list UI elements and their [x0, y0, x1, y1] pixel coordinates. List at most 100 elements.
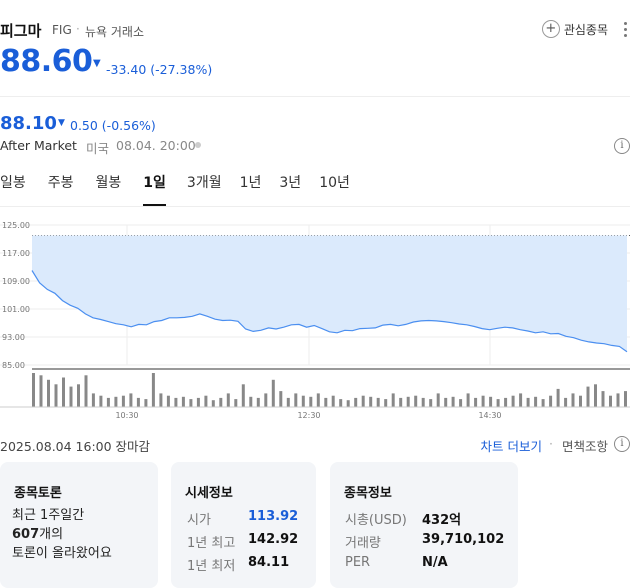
stock-name: 피그마 — [0, 22, 42, 40]
tab-3months[interactable]: 3개월 — [187, 172, 222, 206]
divider — [0, 206, 630, 207]
price-chart[interactable]: 125.00 117.00 109.00 101.00 93.00 85.00 10:30 1… — [0, 215, 630, 420]
y-tick-label: 125.00 — [2, 221, 30, 230]
info-icon[interactable]: i — [614, 436, 630, 452]
volume-bar — [399, 397, 403, 407]
volume-bar — [391, 393, 395, 407]
tab-monthly[interactable]: 월봉 — [96, 172, 122, 206]
volume-bar — [429, 399, 433, 407]
row-label: 시가 — [187, 513, 211, 528]
watchlist-button[interactable]: + 관심종목 — [541, 20, 608, 38]
tab-10years[interactable]: 10년 — [319, 172, 350, 206]
current-price: 88.60 — [0, 44, 93, 79]
volume-bar — [234, 399, 238, 407]
volume-bar — [601, 391, 605, 407]
row-value: 84.11 — [248, 555, 290, 570]
volume-bar — [511, 395, 515, 407]
volume-bar — [444, 397, 448, 407]
tab-weekly[interactable]: 주봉 — [48, 172, 74, 206]
info-row: 1년 최고 142.92 — [187, 532, 298, 551]
volume-bar — [159, 393, 163, 407]
info-row: PER N/A — [345, 555, 448, 570]
volume-bar — [181, 396, 185, 407]
volume-bar — [279, 391, 283, 407]
card-title: 종목토론 — [14, 486, 62, 501]
more-chart-link[interactable]: 차트 더보기 — [481, 436, 542, 455]
volume-bar — [204, 395, 208, 407]
volume-bar — [69, 386, 73, 407]
price-change: -33.40 (-27.38%) — [106, 62, 213, 77]
volume-bar — [249, 396, 253, 407]
volume-bar — [226, 393, 230, 407]
volume-bar — [331, 395, 335, 407]
company-info-card[interactable]: 종목정보 시총(USD) 432억 거래량 39,710,102 PER N/A — [330, 462, 518, 588]
more-options-icon[interactable] — [622, 22, 630, 40]
info-row: 시가 113.92 — [187, 509, 298, 528]
watchlist-label: 관심종목 — [563, 22, 608, 37]
volume-bar — [376, 397, 380, 407]
volume-bar — [459, 399, 463, 407]
market-info-card[interactable]: 시세정보 시가 113.92 1년 최고 142.92 1년 최저 84.11 — [171, 462, 316, 588]
volume-bar — [256, 397, 260, 407]
volume-bar — [144, 399, 148, 407]
volume-bar — [54, 384, 58, 407]
discussion-line: 토론이 올라왔어요 — [12, 546, 112, 561]
discussion-card[interactable]: 종목토론 최근 1주일간 607개의 토론이 올라왔어요 — [0, 462, 158, 588]
info-icon[interactable]: i — [614, 138, 630, 154]
volume-bar — [579, 395, 582, 407]
x-tick-label: 14:30 — [478, 411, 501, 420]
discussion-count: 607 — [12, 527, 40, 542]
volume-bar — [571, 393, 575, 407]
row-label: 1년 최고 — [187, 536, 236, 551]
row-value: 39,710,102 — [422, 532, 505, 547]
volume-bar — [541, 399, 545, 407]
volume-bar — [174, 397, 178, 407]
tab-3years[interactable]: 3년 — [279, 172, 301, 206]
down-arrow-icon: ▼ — [58, 118, 65, 128]
tab-daily[interactable]: 일봉 — [0, 172, 26, 206]
volume-bar — [451, 396, 455, 407]
volume-bar — [526, 397, 530, 407]
volume-bar — [219, 397, 223, 407]
row-value: 432억 — [422, 513, 462, 528]
volume-bar — [264, 393, 268, 407]
volume-bar — [564, 397, 568, 407]
volume-bar — [549, 395, 553, 407]
volume-bar — [324, 397, 328, 407]
volume-bar — [354, 397, 358, 407]
volume-bar — [594, 384, 597, 407]
separator: · — [76, 22, 80, 36]
y-tick-label: 117.00 — [2, 249, 30, 258]
separator: · — [549, 436, 553, 451]
row-label: PER — [345, 555, 371, 570]
volume-bar — [496, 399, 500, 407]
info-row: 거래량 39,710,102 — [345, 532, 504, 551]
volume-bar — [47, 379, 50, 407]
volume-bar — [271, 379, 275, 407]
row-value: 142.92 — [248, 532, 299, 547]
row-label: 1년 최저 — [187, 559, 236, 574]
volume-bar — [556, 388, 560, 407]
volume-bar — [361, 395, 365, 407]
card-title: 종목정보 — [344, 486, 392, 501]
exchange-name: 뉴욕 거래소 — [85, 25, 145, 39]
volume-bar — [62, 377, 65, 407]
volume-bar — [309, 396, 313, 407]
after-market-price: 88.10 — [0, 113, 57, 134]
tab-1day[interactable]: 1일 — [143, 172, 166, 206]
row-value: 113.92 — [248, 509, 299, 524]
volume-bar — [294, 393, 298, 407]
disclaimer-link[interactable]: 면책조항 — [562, 436, 608, 455]
y-tick-label: 109.00 — [2, 277, 30, 286]
after-market-time: 08.04. 20:00 — [116, 138, 196, 153]
discussion-line: 607개의 — [12, 527, 64, 542]
info-row: 시총(USD) 432억 — [345, 509, 461, 528]
volume-bar — [534, 396, 538, 407]
tab-1year[interactable]: 1년 — [240, 172, 262, 206]
volume-bar — [474, 397, 478, 407]
volume-bar — [99, 395, 103, 407]
volume-bar — [481, 395, 485, 407]
volume-bar — [211, 400, 215, 407]
volume-bar — [316, 393, 320, 407]
down-arrow-icon: ▼ — [93, 58, 101, 69]
